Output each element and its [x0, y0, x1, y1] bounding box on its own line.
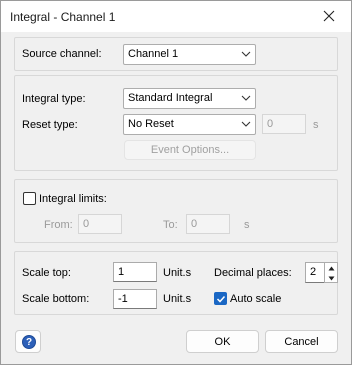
decimal-places-spinner[interactable] [324, 262, 338, 283]
integral-limits-group [14, 179, 338, 243]
integral-type-label: Integral type: [22, 93, 86, 105]
cancel-button[interactable]: Cancel [265, 330, 338, 353]
reset-type-select[interactable]: No Reset [123, 114, 256, 135]
scale-top-label: Scale top: [22, 267, 71, 279]
auto-scale-label: Auto scale [230, 293, 282, 305]
source-channel-select[interactable]: Channel 1 [123, 44, 256, 65]
ok-button[interactable]: OK [186, 330, 259, 353]
to-label: To: [163, 219, 178, 231]
scale-group [14, 251, 338, 315]
reset-type-value: No Reset [128, 118, 174, 130]
auto-scale-checkbox[interactable] [214, 292, 227, 305]
integral-limits-label: Integral limits: [39, 193, 107, 205]
from-label: From: [44, 219, 73, 231]
close-icon [323, 7, 335, 27]
reset-type-label: Reset type: [22, 119, 78, 131]
scale-bottom-unit: Unit.s [163, 293, 192, 305]
to-input[interactable]: 0 [186, 214, 230, 234]
chevron-down-icon [241, 119, 251, 129]
event-options-label: Event Options... [150, 144, 230, 156]
arrow-down-icon [328, 272, 335, 284]
integral-type-value: Standard Integral [128, 92, 213, 104]
source-channel-value: Channel 1 [128, 48, 179, 60]
title-bar: Integral - Channel 1 [1, 1, 351, 32]
chevron-down-icon [241, 93, 251, 103]
close-button[interactable] [307, 1, 351, 32]
decimal-places-input[interactable]: 2 [305, 262, 325, 283]
integral-type-select[interactable]: Standard Integral [123, 88, 256, 109]
scale-bottom-label: Scale bottom: [22, 293, 90, 305]
from-input[interactable]: 0 [78, 214, 122, 234]
to-unit: s [244, 219, 250, 231]
scale-top-input[interactable]: 1 [113, 262, 157, 282]
cancel-label: Cancel [284, 335, 319, 348]
reset-time-unit: s [313, 119, 319, 131]
help-button[interactable]: ? [15, 330, 41, 353]
ok-label: OK [214, 335, 231, 348]
chevron-down-icon [241, 49, 251, 59]
help-icon: ? [22, 335, 36, 349]
spin-down-button[interactable] [325, 273, 337, 283]
scale-top-unit: Unit.s [163, 267, 192, 279]
window-title: Integral - Channel 1 [10, 10, 116, 24]
integral-limits-checkbox[interactable] [23, 192, 36, 205]
source-channel-label: Source channel: [22, 48, 102, 60]
scale-bottom-input[interactable]: -1 [113, 289, 157, 309]
decimal-places-label: Decimal places: [214, 267, 292, 279]
integral-dialog: Integral - Channel 1 Source channel: Cha… [0, 0, 352, 365]
event-options-button[interactable]: Event Options... [124, 140, 256, 160]
reset-time-input[interactable]: 0 [262, 114, 306, 134]
checkmark-icon [216, 295, 226, 303]
